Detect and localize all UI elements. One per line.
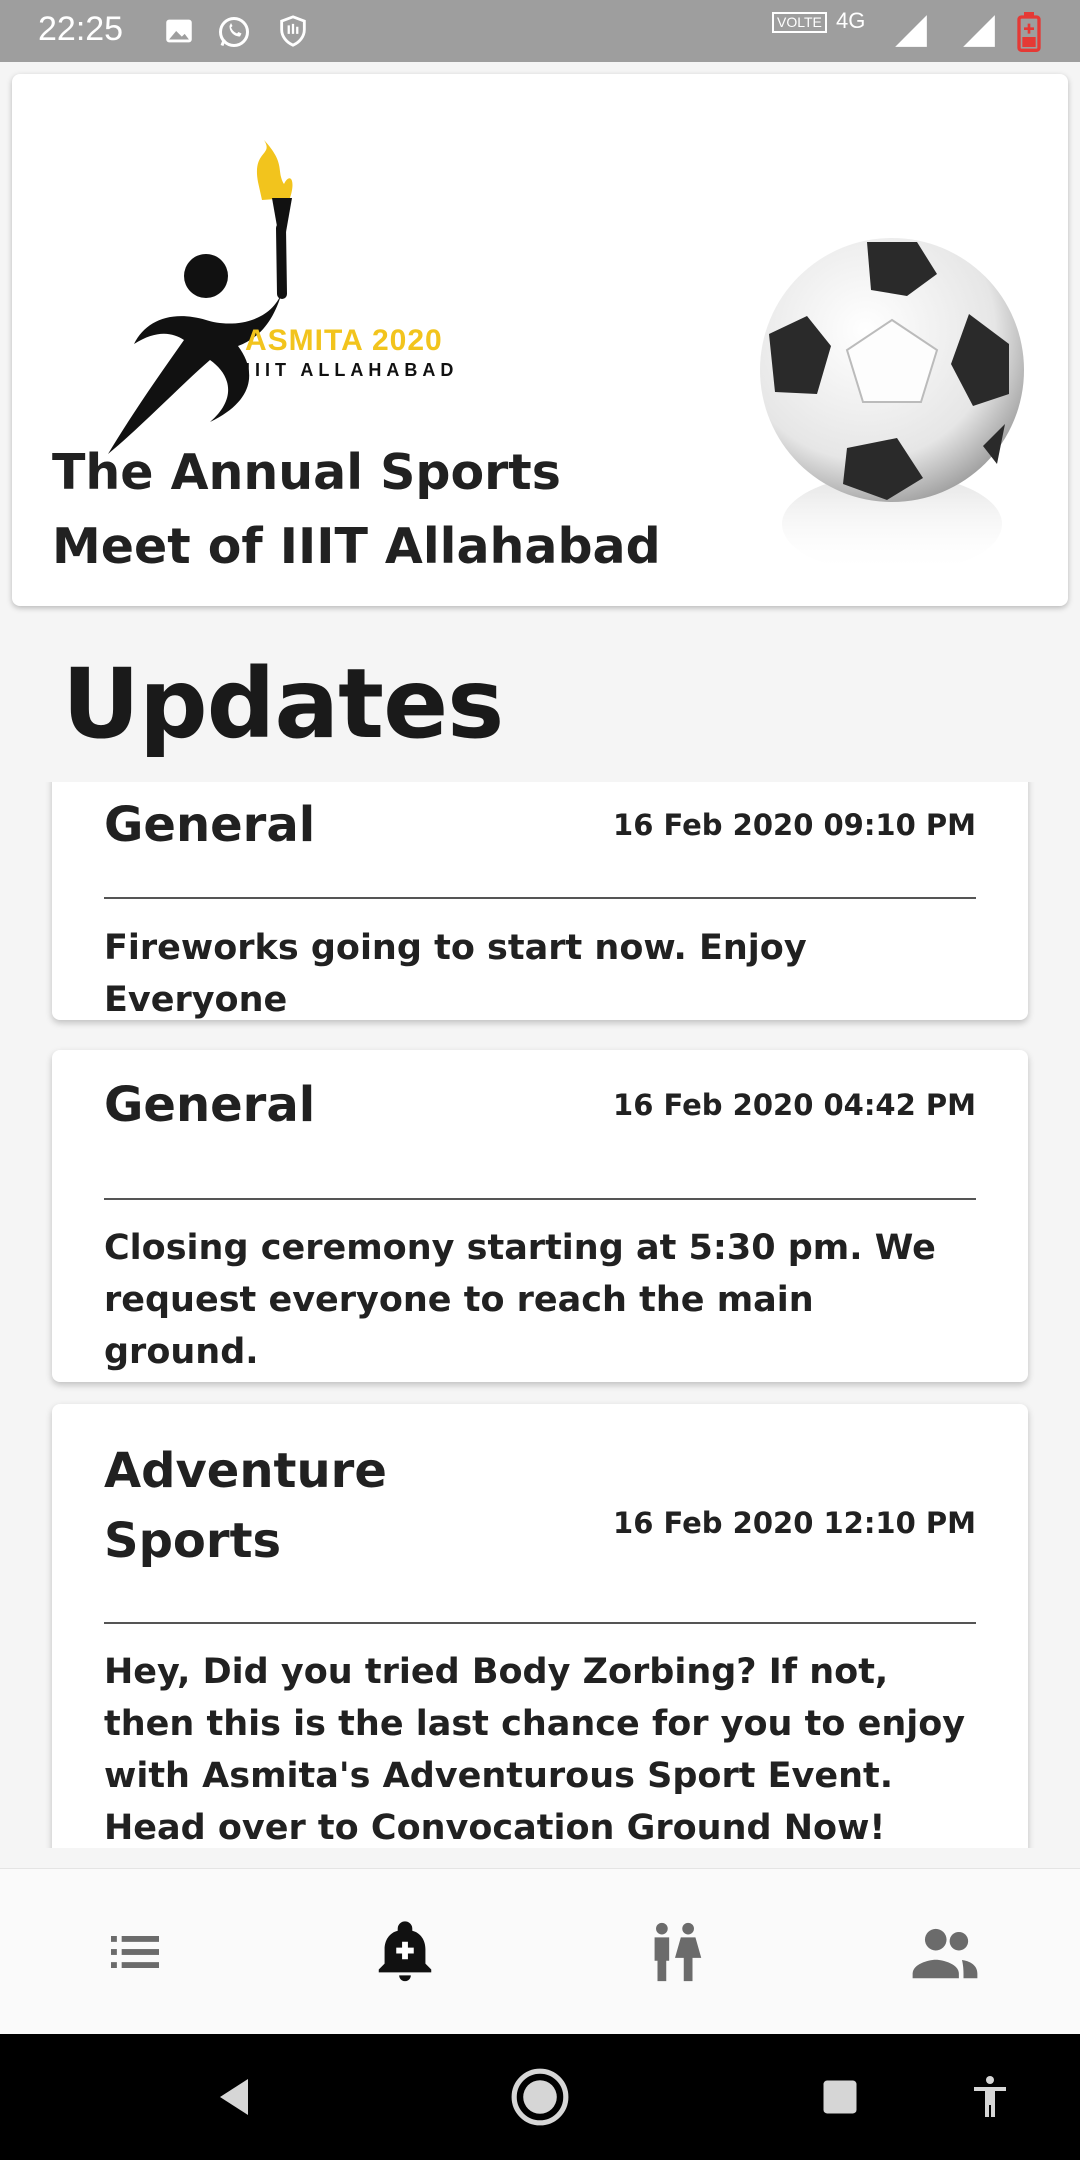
nav-group[interactable] bbox=[900, 1909, 990, 1999]
notification-add-icon bbox=[370, 1917, 440, 1991]
update-message: Hey, Did you tried Body Zorbing? If not,… bbox=[104, 1652, 966, 1848]
card-divider bbox=[104, 897, 976, 899]
home-circle-icon bbox=[509, 2066, 571, 2132]
status-time: 22:25 bbox=[38, 10, 124, 48]
update-message: Fireworks going to start now. Enjoy Ever… bbox=[104, 928, 807, 1020]
people-icon bbox=[640, 1917, 710, 1991]
whatsapp-icon bbox=[216, 14, 252, 54]
nav-updates[interactable] bbox=[360, 1909, 450, 1999]
soccer-ball-image bbox=[747, 224, 1037, 594]
signal-icon bbox=[890, 12, 932, 54]
update-timestamp: 16 Feb 2020 09:10 PM bbox=[613, 808, 976, 842]
card-divider bbox=[104, 1198, 976, 1200]
update-timestamp: 16 Feb 2020 04:42 PM bbox=[613, 1088, 976, 1122]
header-card: ASMITA 2020 IIIT ALLAHABAD The Annual Sp… bbox=[12, 74, 1068, 606]
system-navigation-bar bbox=[0, 2034, 1080, 2160]
network-type: 4G bbox=[836, 8, 866, 33]
header-tagline: The Annual Sports Meet of IIIT Allahabad bbox=[52, 444, 661, 575]
logo-subtitle: IIIT ALLAHABAD bbox=[245, 360, 459, 380]
battery-low-icon bbox=[1016, 12, 1042, 56]
card-divider bbox=[104, 1622, 976, 1624]
back-triangle-icon bbox=[212, 2073, 260, 2125]
nav-list[interactable] bbox=[90, 1909, 180, 1999]
update-category: General bbox=[104, 797, 316, 853]
nav-people[interactable] bbox=[630, 1909, 720, 1999]
signal-icon-2 bbox=[958, 12, 1000, 54]
bottom-navigation bbox=[0, 1868, 1080, 2034]
updates-list[interactable]: General 16 Feb 2020 09:10 PM Fireworks g… bbox=[0, 782, 1080, 1848]
shield-hand-icon bbox=[276, 14, 310, 52]
logo-title: ASMITA 2020 bbox=[245, 324, 443, 357]
list-icon bbox=[103, 1920, 167, 1988]
status-bar: 22:25 VOLTE 4G bbox=[0, 0, 1080, 62]
update-card[interactable]: General 16 Feb 2020 04:42 PM Closing cer… bbox=[52, 1050, 1028, 1382]
updates-heading: Updates bbox=[62, 648, 504, 760]
update-category: General bbox=[104, 1077, 316, 1133]
update-message: Closing ceremony starting at 5:30 pm. We… bbox=[104, 1228, 936, 1372]
gallery-icon bbox=[162, 14, 196, 52]
asmita-logo: ASMITA 2020 IIIT ALLAHABAD bbox=[60, 124, 500, 484]
volte-indicator: VOLTE bbox=[772, 12, 827, 33]
update-category: Adventure Sports bbox=[104, 1443, 387, 1569]
group-icon bbox=[908, 1915, 982, 1993]
back-button[interactable] bbox=[204, 2067, 268, 2131]
update-timestamp: 16 Feb 2020 12:10 PM bbox=[613, 1506, 976, 1540]
update-card[interactable]: Adventure Sports 16 Feb 2020 12:10 PM He… bbox=[52, 1404, 1028, 1848]
accessibility-icon bbox=[966, 2073, 1014, 2125]
recents-button[interactable] bbox=[808, 2067, 872, 2131]
home-button[interactable] bbox=[508, 2067, 572, 2131]
recents-square-icon bbox=[818, 2075, 862, 2123]
update-card[interactable]: General 16 Feb 2020 09:10 PM Fireworks g… bbox=[52, 782, 1028, 1020]
accessibility-button[interactable] bbox=[958, 2067, 1022, 2131]
